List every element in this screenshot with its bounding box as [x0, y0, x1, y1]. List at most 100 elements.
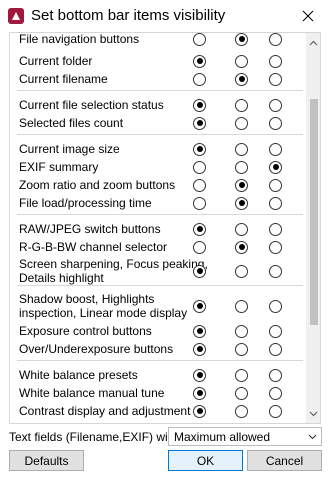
- item-label: Zoom ratio and zoom buttons: [19, 178, 176, 192]
- defaults-button[interactable]: Defaults: [9, 450, 84, 471]
- visibility-radio-option-3[interactable]: [269, 342, 282, 356]
- app-icon: [8, 8, 24, 24]
- visibility-radio-option-1[interactable]: [193, 404, 206, 418]
- list-item: Shadow boost, Highlights inspection, Lin…: [10, 291, 306, 321]
- visibility-radio-option-1[interactable]: [193, 98, 206, 112]
- visibility-radio-option-3[interactable]: [269, 222, 282, 236]
- chevron-down-icon: [309, 411, 318, 416]
- visibility-radio-option-1[interactable]: [193, 72, 206, 86]
- list-item: File load/processing time: [10, 194, 306, 212]
- scroll-up-button[interactable]: [306, 35, 320, 50]
- visibility-radio-option-1[interactable]: [193, 142, 206, 156]
- visibility-radio-option-2[interactable]: [235, 72, 248, 86]
- cancel-button[interactable]: Cancel: [247, 450, 322, 471]
- visibility-radio-option-1[interactable]: [193, 116, 206, 130]
- visibility-radio-option-3[interactable]: [269, 324, 282, 338]
- item-label: RAW/JPEG switch buttons: [19, 222, 161, 236]
- text-fields-width-label: Text fields (Filename,EXIF) width:: [9, 430, 188, 444]
- visibility-radio-option-2[interactable]: [235, 299, 248, 313]
- item-label: R-G-B-BW channel selector: [19, 240, 168, 254]
- title-bar: Set bottom bar items visibility: [0, 0, 331, 32]
- visibility-radio-option-2[interactable]: [235, 222, 248, 236]
- visibility-radio-option-2[interactable]: [235, 404, 248, 418]
- list-item: White balance presets: [10, 366, 306, 384]
- visibility-radio-option-1[interactable]: [193, 196, 206, 210]
- visibility-radio-option-3[interactable]: [269, 299, 282, 313]
- visibility-radio-option-1[interactable]: [193, 386, 206, 400]
- text-fields-width-value: Maximum allowed: [174, 430, 271, 444]
- chevron-up-icon: [309, 40, 318, 45]
- list-item: Selected files count: [10, 114, 306, 132]
- visibility-radio-option-3[interactable]: [269, 404, 282, 418]
- visibility-radio-option-1[interactable]: [193, 299, 206, 313]
- visibility-radio-option-2[interactable]: [235, 368, 248, 382]
- list-item: Over/Underexposure buttons: [10, 340, 306, 358]
- visibility-radio-option-3[interactable]: [269, 196, 282, 210]
- group-divider: [17, 360, 303, 361]
- item-label: Current filename: [19, 72, 108, 86]
- item-label: Shadow boost, Highlights inspection, Lin…: [19, 292, 188, 320]
- visibility-radio-option-2[interactable]: [235, 196, 248, 210]
- visibility-radio-option-1[interactable]: [193, 178, 206, 192]
- item-label: Over/Underexposure buttons: [19, 342, 174, 356]
- visibility-radio-option-3[interactable]: [269, 33, 282, 46]
- visibility-radio-option-1[interactable]: [193, 160, 206, 174]
- scroll-down-button[interactable]: [306, 406, 320, 421]
- visibility-radio-option-1[interactable]: [193, 368, 206, 382]
- list-item: Current folder: [10, 52, 306, 70]
- list-item: R-G-B-BW channel selector: [10, 238, 306, 256]
- list-item: Zoom ratio and zoom buttons: [10, 176, 306, 194]
- visibility-radio-option-2[interactable]: [235, 98, 248, 112]
- visibility-radio-option-2[interactable]: [235, 178, 248, 192]
- text-fields-width-select[interactable]: Maximum allowed: [168, 427, 322, 446]
- item-label: Screen sharpening, Focus peaking, Detail…: [19, 257, 208, 285]
- window-title: Set bottom bar items visibility: [31, 7, 226, 24]
- group-divider: [17, 285, 303, 286]
- visibility-radio-option-1[interactable]: [193, 33, 206, 46]
- visibility-radio-option-3[interactable]: [269, 178, 282, 192]
- visibility-radio-option-1[interactable]: [193, 54, 206, 68]
- visibility-radio-option-3[interactable]: [269, 160, 282, 174]
- visibility-radio-option-1[interactable]: [193, 342, 206, 356]
- visibility-radio-option-2[interactable]: [235, 264, 248, 278]
- item-label: Current image size: [19, 142, 120, 156]
- visibility-radio-option-3[interactable]: [269, 386, 282, 400]
- item-label: EXIF summary: [19, 160, 99, 174]
- visibility-radio-option-3[interactable]: [269, 54, 282, 68]
- visibility-radio-option-3[interactable]: [269, 142, 282, 156]
- visibility-radio-option-2[interactable]: [235, 33, 248, 46]
- group-divider: [17, 214, 303, 215]
- visibility-radio-option-2[interactable]: [235, 324, 248, 338]
- visibility-radio-option-3[interactable]: [269, 368, 282, 382]
- list-item: White balance manual tune: [10, 384, 306, 402]
- visibility-radio-option-2[interactable]: [235, 240, 248, 254]
- visibility-radio-option-1[interactable]: [193, 264, 206, 278]
- visibility-radio-option-1[interactable]: [193, 324, 206, 338]
- visibility-radio-option-2[interactable]: [235, 160, 248, 174]
- item-label: Selected files count: [19, 116, 124, 130]
- list-item: Current image size: [10, 140, 306, 158]
- visibility-radio-option-1[interactable]: [193, 240, 206, 254]
- visibility-radio-option-2[interactable]: [235, 116, 248, 130]
- item-label: White balance manual tune: [19, 386, 165, 400]
- visibility-radio-option-2[interactable]: [235, 54, 248, 68]
- list-item: Screen sharpening, Focus peaking, Detail…: [10, 256, 306, 286]
- list-item: EXIF summary: [10, 158, 306, 176]
- visibility-radio-option-3[interactable]: [269, 116, 282, 130]
- visibility-radio-option-3[interactable]: [269, 264, 282, 278]
- visibility-radio-option-2[interactable]: [235, 342, 248, 356]
- visibility-radio-option-2[interactable]: [235, 386, 248, 400]
- visibility-radio-option-2[interactable]: [235, 142, 248, 156]
- item-label: Exposure control buttons: [19, 324, 152, 338]
- visibility-radio-option-1[interactable]: [193, 222, 206, 236]
- visibility-radio-option-3[interactable]: [269, 98, 282, 112]
- list-item: Current file selection status: [10, 96, 306, 114]
- scrollbar-thumb[interactable]: [310, 99, 318, 325]
- item-label: File load/processing time: [19, 196, 152, 210]
- vertical-scrollbar[interactable]: [306, 33, 320, 423]
- visibility-radio-option-3[interactable]: [269, 240, 282, 254]
- close-button[interactable]: [285, 0, 331, 32]
- chevron-down-icon: [308, 434, 317, 440]
- ok-button[interactable]: OK: [168, 450, 243, 471]
- visibility-radio-option-3[interactable]: [269, 72, 282, 86]
